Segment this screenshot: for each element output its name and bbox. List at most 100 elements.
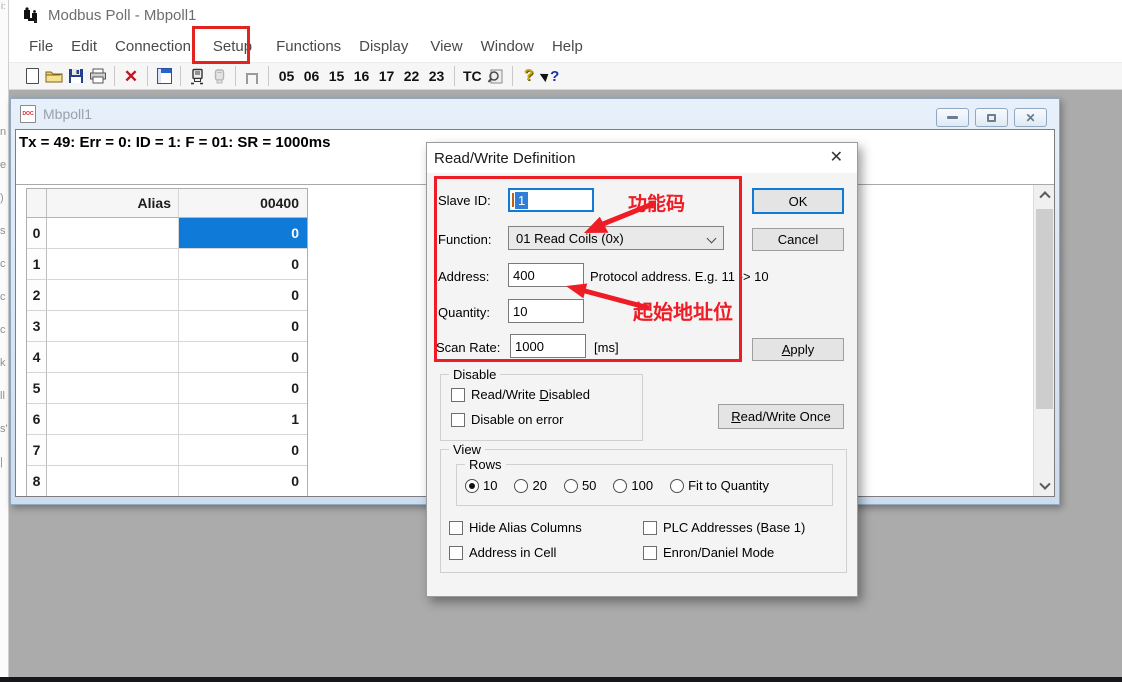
single-poll-button[interactable] bbox=[241, 64, 263, 88]
alias-cell[interactable] bbox=[47, 280, 179, 311]
radio-icon[interactable] bbox=[613, 479, 627, 493]
alias-column-header[interactable]: Alias bbox=[47, 189, 179, 218]
function-16-button[interactable]: 16 bbox=[349, 64, 374, 88]
hide-alias-checkbox[interactable] bbox=[449, 521, 463, 535]
connect-button[interactable] bbox=[186, 64, 208, 88]
radio-selected-icon[interactable] bbox=[465, 479, 479, 493]
read-write-disabled-row[interactable]: Read/Write Disabled bbox=[451, 387, 590, 402]
value-cell[interactable]: 0 bbox=[179, 249, 307, 280]
plc-addresses-row[interactable]: PLC Addresses (Base 1) bbox=[643, 520, 805, 535]
enron-daniel-row[interactable]: Enron/Daniel Mode bbox=[643, 545, 774, 560]
quantity-input[interactable]: 10 bbox=[508, 299, 584, 323]
open-file-button[interactable] bbox=[43, 64, 65, 88]
alias-cell[interactable] bbox=[47, 466, 179, 497]
row-header[interactable]: 4 bbox=[27, 342, 47, 373]
communication-traffic-button[interactable] bbox=[485, 64, 507, 88]
value-cell[interactable]: 0 bbox=[179, 280, 307, 311]
vertical-scrollbar[interactable] bbox=[1033, 185, 1054, 496]
row-header[interactable]: 0 bbox=[27, 218, 47, 249]
row-header[interactable]: 7 bbox=[27, 435, 47, 466]
scan-rate-input[interactable]: 1000 bbox=[510, 334, 586, 358]
alias-cell[interactable] bbox=[47, 373, 179, 404]
plc-addresses-checkbox[interactable] bbox=[643, 521, 657, 535]
new-file-button[interactable] bbox=[21, 64, 43, 88]
address-column-header[interactable]: 00400 bbox=[179, 189, 307, 218]
radio-icon[interactable] bbox=[514, 479, 528, 493]
function-22-button[interactable]: 22 bbox=[399, 64, 424, 88]
read-write-once-button[interactable]: Read/Write Once bbox=[718, 404, 844, 429]
scroll-up-button[interactable] bbox=[1034, 185, 1055, 203]
hide-alias-row[interactable]: Hide Alias Columns bbox=[449, 520, 582, 535]
address-in-cell-checkbox[interactable] bbox=[449, 546, 463, 560]
value-cell[interactable]: 0 bbox=[179, 466, 307, 497]
ok-button[interactable]: OK bbox=[752, 188, 844, 214]
apply-button[interactable]: Apply bbox=[752, 338, 844, 361]
address-in-cell-label: Address in Cell bbox=[469, 545, 556, 560]
value-cell-selected[interactable]: 0 bbox=[179, 218, 307, 249]
slave-id-input[interactable]: 1 bbox=[508, 188, 594, 212]
enron-daniel-checkbox[interactable] bbox=[643, 546, 657, 560]
disable-on-error-checkbox[interactable] bbox=[451, 413, 465, 427]
menu-connection[interactable]: Connection bbox=[109, 34, 197, 59]
menu-edit[interactable]: Edit bbox=[65, 34, 103, 59]
restore-button[interactable] bbox=[975, 108, 1008, 127]
function-17-button[interactable]: 17 bbox=[374, 64, 399, 88]
value-cell[interactable]: 0 bbox=[179, 373, 307, 404]
function-23-button[interactable]: 23 bbox=[424, 64, 449, 88]
menu-setup[interactable]: Setup bbox=[207, 34, 258, 59]
menu-window[interactable]: Window bbox=[475, 34, 540, 59]
scrollbar-thumb[interactable] bbox=[1036, 209, 1053, 409]
cancel-button[interactable]: Cancel bbox=[752, 228, 844, 251]
menu-file[interactable]: File bbox=[23, 34, 59, 59]
context-help-button[interactable]: ? bbox=[540, 64, 562, 88]
print-button[interactable] bbox=[87, 64, 109, 88]
menu-help[interactable]: Help bbox=[546, 34, 589, 59]
rows-option-10[interactable]: 10 bbox=[465, 478, 497, 493]
alias-cell[interactable] bbox=[47, 342, 179, 373]
close-window-button[interactable]: ✕ bbox=[1014, 108, 1047, 127]
mbpoll1-titlebar[interactable]: DOC Mbpoll1 ✕ bbox=[11, 99, 1059, 129]
value-cell[interactable]: 0 bbox=[179, 342, 307, 373]
menu-display[interactable]: Display bbox=[353, 34, 414, 59]
help-button[interactable]: ? bbox=[518, 64, 540, 88]
value-cell[interactable]: 0 bbox=[179, 311, 307, 342]
rows-option-fit[interactable]: Fit to Quantity bbox=[670, 478, 769, 493]
row-header[interactable]: 8 bbox=[27, 466, 47, 497]
disable-on-error-row[interactable]: Disable on error bbox=[451, 412, 564, 427]
dialog-close-icon[interactable]: ✕ bbox=[826, 148, 847, 168]
delete-button[interactable]: ✕ bbox=[120, 64, 142, 88]
save-file-button[interactable] bbox=[65, 64, 87, 88]
function-dropdown[interactable]: 01 Read Coils (0x) bbox=[508, 226, 724, 250]
minimize-button[interactable] bbox=[936, 108, 969, 127]
scroll-down-button[interactable] bbox=[1034, 478, 1055, 496]
disconnect-button[interactable] bbox=[208, 64, 230, 88]
rows-option-20[interactable]: 20 bbox=[514, 478, 546, 493]
alias-cell[interactable] bbox=[47, 249, 179, 280]
address-input[interactable]: 400 bbox=[508, 263, 584, 287]
alias-cell[interactable] bbox=[47, 404, 179, 435]
address-in-cell-row[interactable]: Address in Cell bbox=[449, 545, 556, 560]
function-06-button[interactable]: 06 bbox=[299, 64, 324, 88]
menu-functions[interactable]: Functions bbox=[270, 34, 347, 59]
row-header[interactable]: 1 bbox=[27, 249, 47, 280]
value-cell[interactable]: 0 bbox=[179, 435, 307, 466]
test-center-button[interactable]: TC bbox=[460, 64, 485, 88]
menu-view[interactable]: View bbox=[424, 34, 468, 59]
function-15-button[interactable]: 15 bbox=[324, 64, 349, 88]
row-header[interactable]: 6 bbox=[27, 404, 47, 435]
row-header[interactable]: 3 bbox=[27, 311, 47, 342]
alias-cell[interactable] bbox=[47, 435, 179, 466]
radio-icon[interactable] bbox=[670, 479, 684, 493]
setup-definition-button[interactable] bbox=[153, 64, 175, 88]
row-header[interactable]: 5 bbox=[27, 373, 47, 404]
alias-cell[interactable] bbox=[47, 311, 179, 342]
dialog-titlebar[interactable]: Read/Write Definition ✕ bbox=[427, 143, 857, 173]
rows-option-50[interactable]: 50 bbox=[564, 478, 596, 493]
alias-cell[interactable] bbox=[47, 218, 179, 249]
read-write-disabled-checkbox[interactable] bbox=[451, 388, 465, 402]
radio-icon[interactable] bbox=[564, 479, 578, 493]
rows-option-100[interactable]: 100 bbox=[613, 478, 653, 493]
function-05-button[interactable]: 05 bbox=[274, 64, 299, 88]
row-header[interactable]: 2 bbox=[27, 280, 47, 311]
value-cell[interactable]: 1 bbox=[179, 404, 307, 435]
